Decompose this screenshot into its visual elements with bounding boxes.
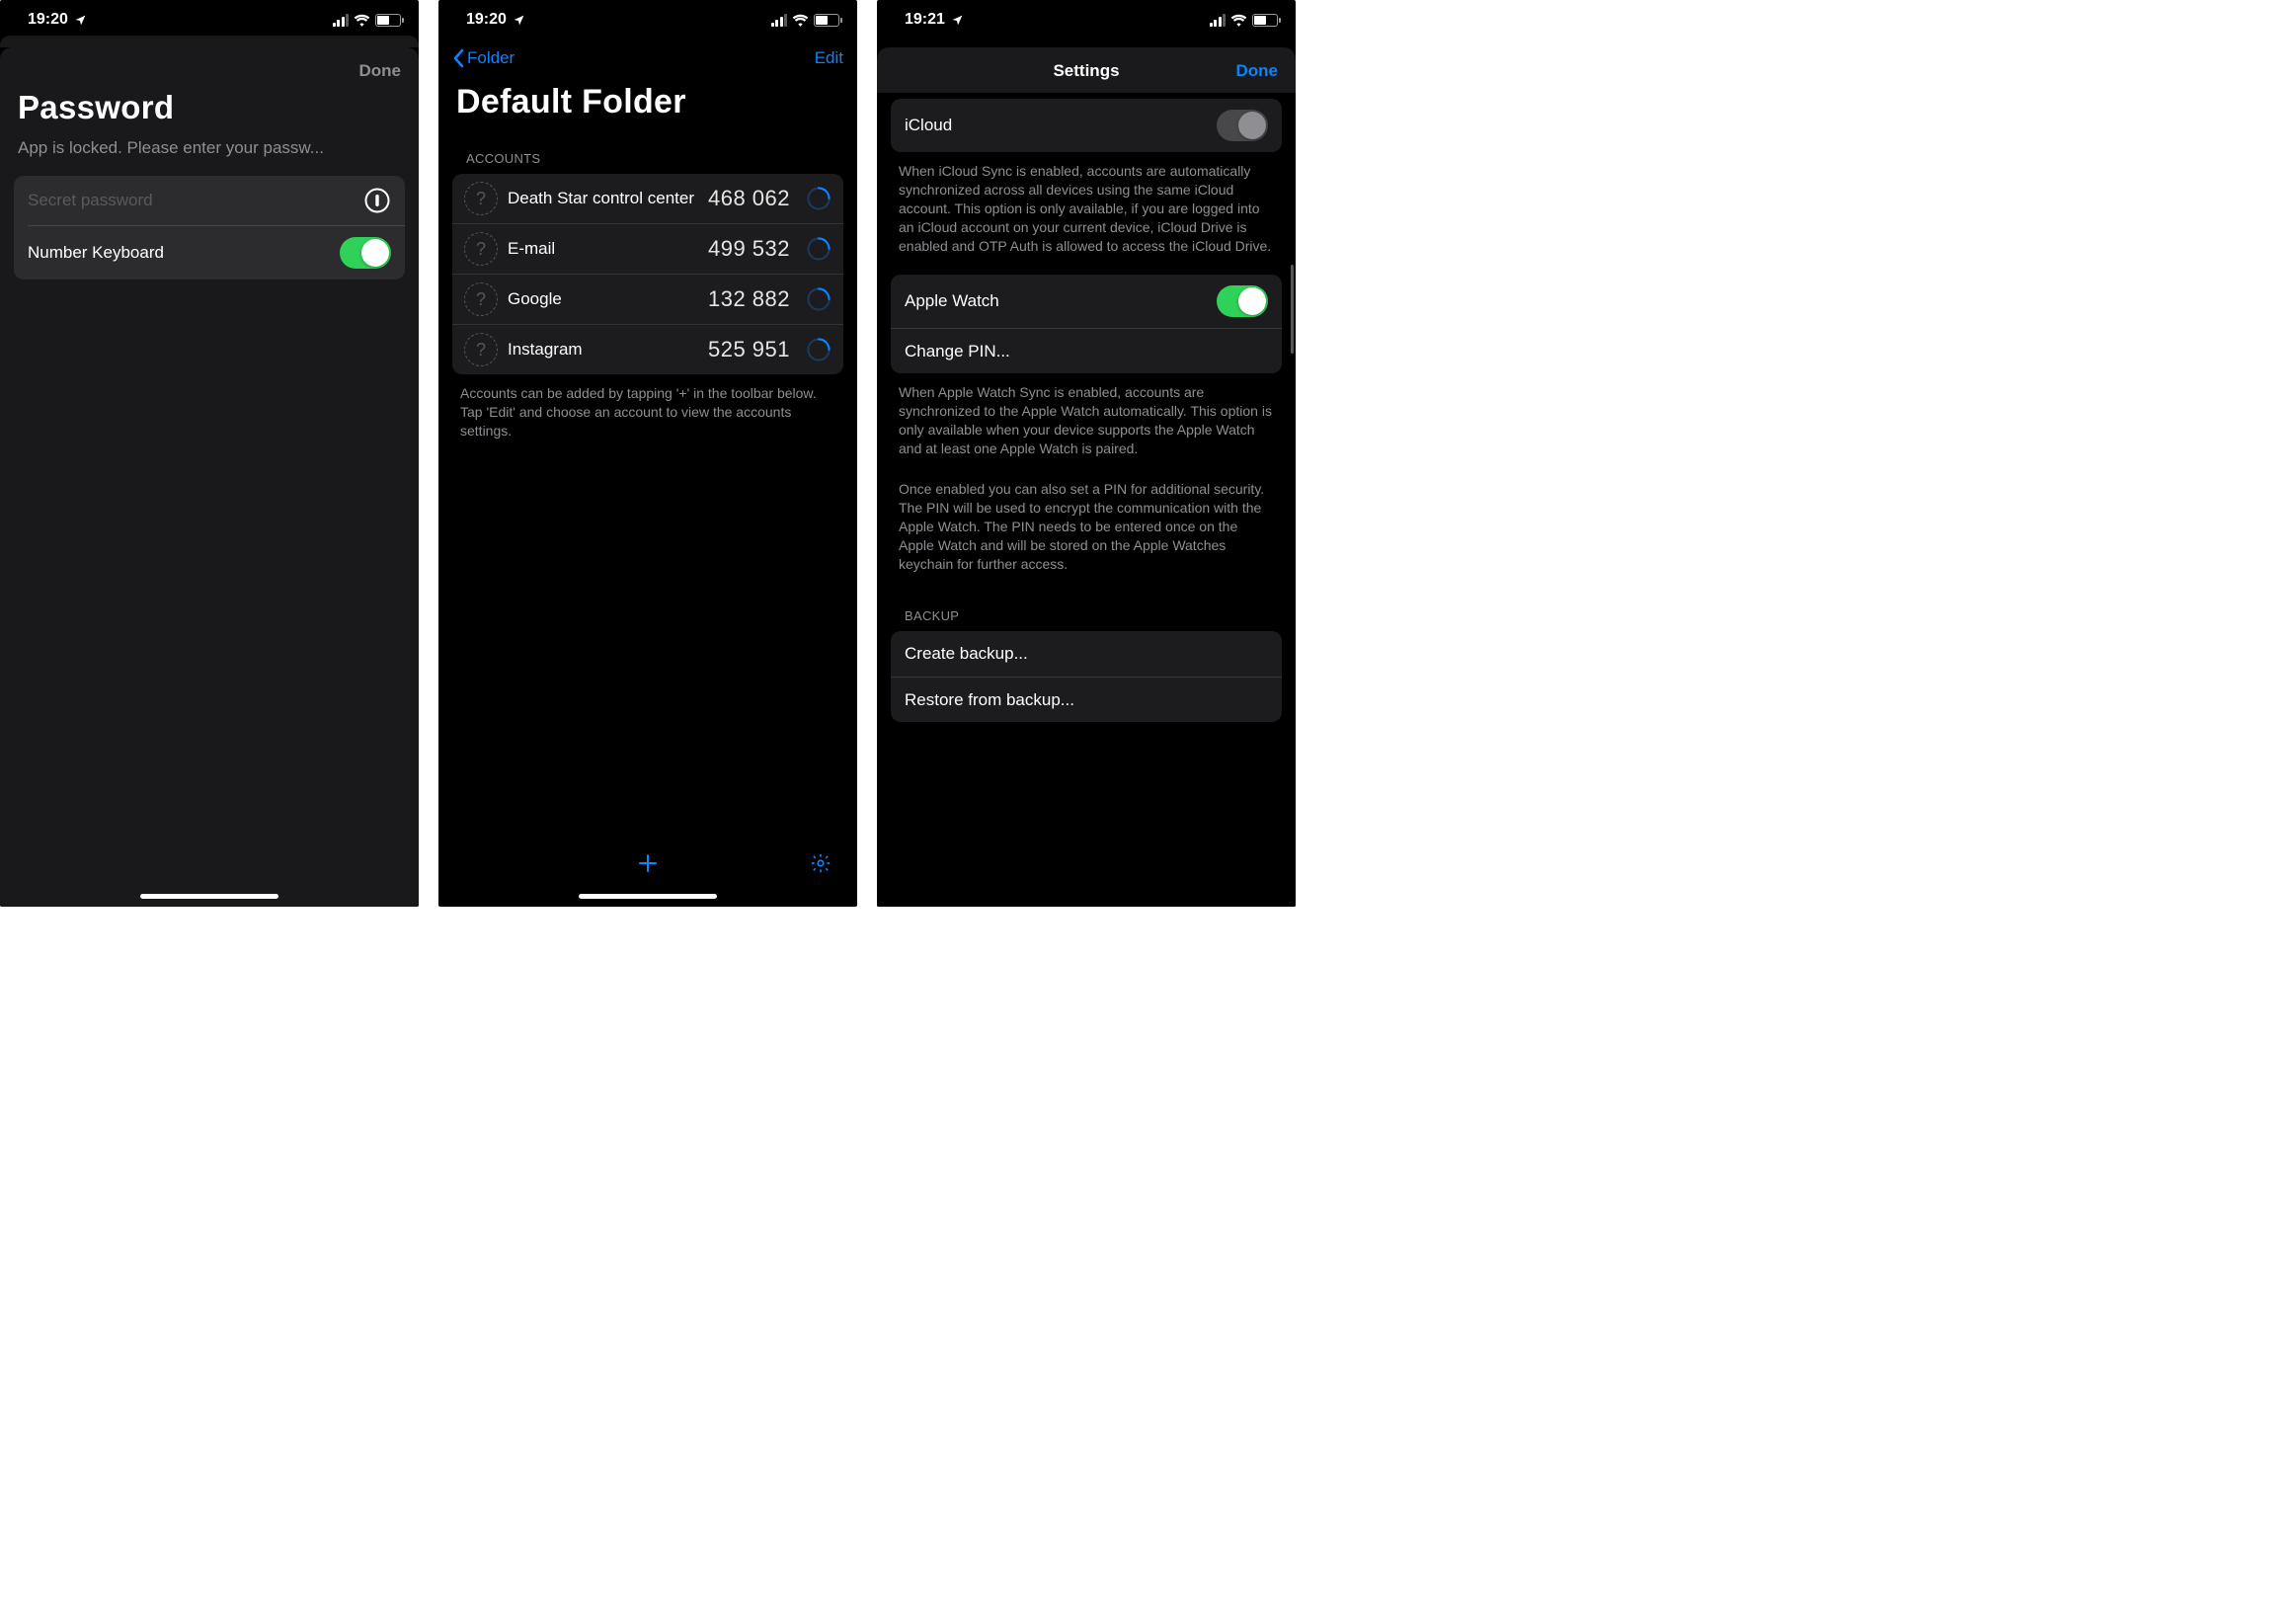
account-placeholder-icon: ?	[464, 282, 498, 316]
icloud-toggle[interactable]	[1217, 110, 1268, 141]
status-bar: 19:20	[0, 0, 419, 36]
password-manager-icon[interactable]	[363, 187, 391, 214]
account-name: E-mail	[508, 239, 698, 259]
home-indicator[interactable]	[579, 894, 717, 899]
password-input-row[interactable]: Secret password	[14, 176, 405, 225]
screen-settings: 19:21 Settings Done iCloud	[877, 0, 1296, 907]
status-time: 19:21	[905, 11, 945, 29]
watch-footer-1: When Apple Watch Sync is enabled, accoun…	[877, 373, 1296, 466]
create-backup-row[interactable]: Create backup...	[891, 631, 1282, 677]
countdown-ring-icon	[806, 286, 831, 312]
cellular-icon	[771, 14, 788, 27]
account-name: Google	[508, 289, 698, 309]
backup-group: Create backup... Restore from backup...	[891, 631, 1282, 722]
countdown-ring-icon	[806, 186, 831, 211]
icloud-group: iCloud	[891, 99, 1282, 152]
account-code: 468 062	[708, 186, 790, 211]
create-backup-label: Create backup...	[905, 644, 1028, 664]
page-title: Default Folder	[438, 81, 857, 127]
page-title: Password	[0, 87, 419, 132]
screen-folder: 19:20 Folder Edit Default Folder Account…	[438, 0, 857, 907]
number-keyboard-label: Number Keyboard	[28, 243, 340, 263]
account-code: 525 951	[708, 337, 790, 362]
icloud-footer: When iCloud Sync is enabled, accounts ar…	[877, 152, 1296, 263]
account-name: Death Star control center	[508, 189, 698, 208]
cellular-icon	[1210, 14, 1227, 27]
wifi-icon	[792, 14, 809, 27]
edit-button[interactable]: Edit	[815, 48, 843, 68]
settings-nav: Settings Done	[877, 47, 1296, 93]
watch-footer-2: Once enabled you can also set a PIN for …	[877, 466, 1296, 581]
sheet-nav: Done	[0, 47, 419, 87]
restore-backup-row[interactable]: Restore from backup...	[891, 677, 1282, 722]
wifi-icon	[1230, 14, 1247, 27]
account-row[interactable]: ? Google 132 882	[452, 274, 843, 324]
apple-watch-label: Apple Watch	[905, 291, 1217, 311]
add-button[interactable]	[636, 851, 660, 875]
wifi-icon	[354, 14, 370, 27]
done-button[interactable]: Done	[359, 61, 402, 81]
nav-bar: Folder Edit	[438, 36, 857, 81]
account-row[interactable]: ? E-mail 499 532	[452, 223, 843, 274]
password-form: Secret password Number Keyboard	[14, 176, 405, 280]
icloud-label: iCloud	[905, 116, 1217, 135]
change-pin-row[interactable]: Change PIN...	[891, 328, 1282, 373]
status-time: 19:20	[466, 11, 507, 29]
password-input[interactable]: Secret password	[28, 191, 363, 210]
status-time: 19:20	[28, 11, 68, 29]
screen-password: 19:20 Done Password App is locked. Pleas…	[0, 0, 419, 907]
battery-icon	[375, 14, 401, 27]
change-pin-label: Change PIN...	[905, 342, 1010, 361]
restore-backup-label: Restore from backup...	[905, 690, 1074, 710]
account-placeholder-icon: ?	[464, 333, 498, 366]
account-row[interactable]: ? Instagram 525 951	[452, 324, 843, 374]
apple-watch-row: Apple Watch	[891, 275, 1282, 328]
watch-group: Apple Watch Change PIN...	[891, 275, 1282, 373]
home-indicator[interactable]	[140, 894, 278, 899]
number-keyboard-toggle[interactable]	[340, 237, 391, 269]
account-name: Instagram	[508, 340, 698, 360]
battery-icon	[814, 14, 839, 27]
number-keyboard-row: Number Keyboard	[28, 225, 405, 280]
countdown-ring-icon	[806, 236, 831, 262]
back-button[interactable]: Folder	[452, 48, 515, 68]
lock-subtitle: App is locked. Please enter your passw..…	[0, 132, 419, 176]
accounts-list: ? Death Star control center 468 062 ? E-…	[452, 174, 843, 374]
countdown-ring-icon	[806, 337, 831, 362]
apple-watch-toggle[interactable]	[1217, 285, 1268, 317]
scroll-indicator[interactable]	[1291, 265, 1294, 354]
location-icon	[951, 14, 964, 27]
location-icon	[74, 14, 87, 27]
battery-icon	[1252, 14, 1278, 27]
backup-header: Backup	[877, 581, 1296, 631]
cellular-icon	[333, 14, 350, 27]
settings-title: Settings	[944, 61, 1228, 81]
status-bar: 19:20	[438, 0, 857, 36]
account-placeholder-icon: ?	[464, 232, 498, 266]
account-row[interactable]: ? Death Star control center 468 062	[452, 174, 843, 223]
toolbar	[438, 837, 857, 890]
icloud-row: iCloud	[891, 99, 1282, 152]
location-icon	[513, 14, 525, 27]
status-bar: 19:21	[877, 0, 1296, 36]
account-placeholder-icon: ?	[464, 182, 498, 215]
accounts-footer: Accounts can be added by tapping '+' in …	[438, 374, 857, 448]
accounts-header: Accounts	[438, 127, 857, 174]
back-label: Folder	[467, 48, 515, 68]
account-code: 132 882	[708, 286, 790, 312]
account-code: 499 532	[708, 236, 790, 262]
settings-button[interactable]	[810, 852, 831, 874]
done-button[interactable]: Done	[1228, 61, 1278, 81]
